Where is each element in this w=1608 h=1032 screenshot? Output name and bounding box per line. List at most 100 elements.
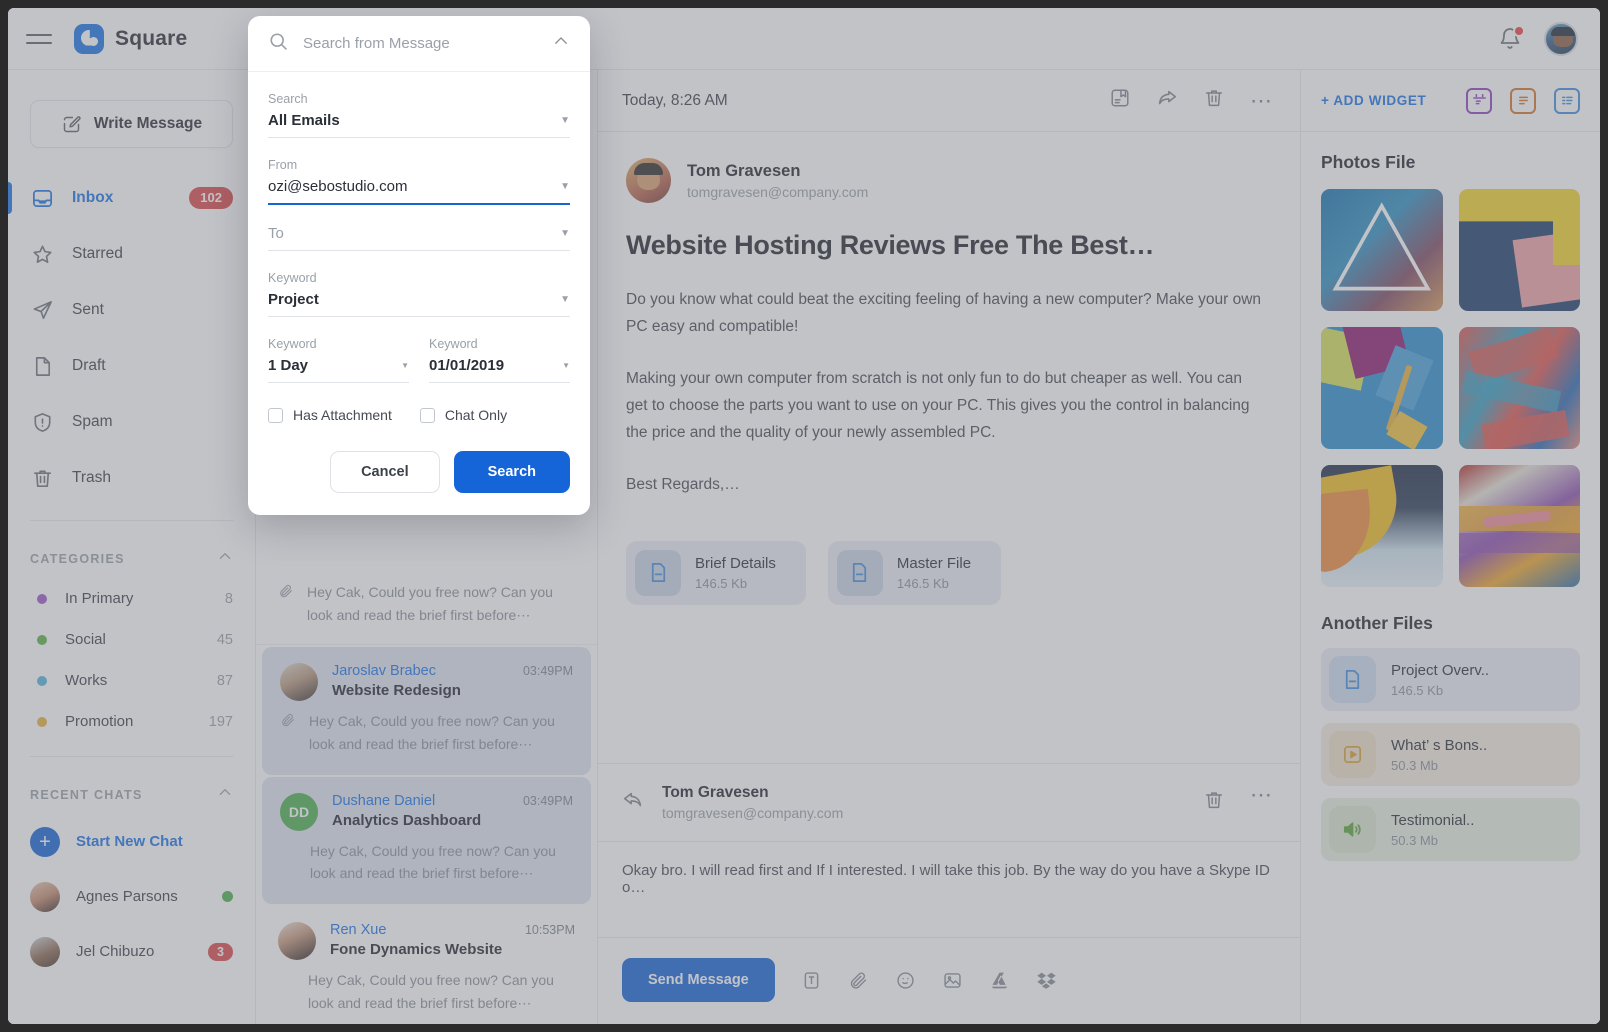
list-item[interactable]: DD Dushane Daniel 03:49PM Analytics Dash… [262, 776, 591, 905]
photo-thumbnail[interactable] [1321, 189, 1443, 311]
dropbox-icon[interactable] [1036, 970, 1057, 991]
message-toolbar: Today, 8:26 AM ⋯ [598, 70, 1300, 132]
sidebar-item-draft[interactable]: Draft [8, 338, 255, 394]
to-input[interactable]: To ▼ [268, 225, 570, 251]
category-works[interactable]: Works 87 [8, 660, 255, 701]
mail-preview-row: Hey Cak, Could you free now? Can you loo… [278, 581, 575, 626]
message-paragraph-2: Making your own computer from scratch is… [626, 370, 1250, 441]
photo-thumbnail[interactable] [1458, 327, 1580, 449]
more-icon[interactable]: ⋯ [1250, 89, 1274, 111]
mail-preview-row: Hey Cak, Could you free now? Can you loo… [280, 840, 573, 885]
sidebar-item-label: Inbox [72, 189, 114, 206]
brand-name: Square [115, 26, 188, 50]
avatar [278, 922, 316, 961]
chat-only-checkbox[interactable]: Chat Only [419, 407, 507, 423]
send-message-button[interactable]: Send Message [622, 958, 775, 1002]
category-in-primary[interactable]: In Primary 8 [8, 578, 255, 619]
chevron-down-icon: ▼ [560, 181, 570, 192]
photo-thumbnail[interactable] [1458, 189, 1580, 311]
more-icon[interactable]: ⋯ [1250, 784, 1274, 816]
sidebar-item-starred[interactable]: Starred [8, 226, 255, 282]
sidebar-divider-2 [30, 756, 233, 757]
file-audio-icon [1329, 806, 1376, 853]
sidebar-divider [30, 520, 233, 521]
calendar-widget-icon[interactable] [1466, 87, 1492, 114]
keyword-select[interactable]: Project ▼ [268, 291, 570, 317]
attachment-size: 146.5 Kb [695, 575, 748, 591]
sidebar-item-spam[interactable]: Spam [8, 394, 255, 450]
hamburger-icon[interactable] [26, 28, 52, 50]
sidebar-item-sent[interactable]: Sent [8, 282, 255, 338]
file-name: Testimonial.. [1391, 811, 1475, 829]
sidebar-item-inbox[interactable]: Inbox 102 [8, 170, 255, 226]
user-avatar[interactable] [1544, 21, 1578, 56]
categories-header-label: CATEGORIES [30, 551, 125, 566]
chat-item-jel-chibuzo[interactable]: Jel Chibuzo 3 [8, 924, 255, 979]
search-button[interactable]: Search [453, 451, 570, 493]
chat-item-agnes-parsons[interactable]: Agnes Parsons [8, 869, 255, 924]
cancel-button[interactable]: Cancel [330, 451, 440, 493]
sidebar-item-label: Draft [72, 357, 106, 374]
trash-icon[interactable] [1203, 87, 1225, 114]
file-item[interactable]: Project Overv.. 146.5 Kb [1321, 648, 1580, 711]
avatar [30, 936, 60, 967]
search-input[interactable] [303, 35, 538, 52]
mail-subject: Fone Dynamics Website [330, 941, 503, 959]
date-select[interactable]: 01/01/2019 ▼ [429, 357, 570, 383]
category-social[interactable]: Social 45 [8, 619, 255, 660]
add-widget-button[interactable]: + ADD WIDGET [1321, 93, 1426, 108]
category-count: 8 [224, 590, 233, 607]
list-item[interactable]: Jaroslav Brabec 03:49PM Website Redesign… [262, 647, 591, 775]
file-doc-icon [635, 549, 681, 596]
google-drive-icon[interactable] [989, 970, 1010, 991]
photo-thumbnail[interactable] [1321, 327, 1443, 449]
start-new-chat-button[interactable]: + Start New Chat [8, 814, 255, 869]
recent-chats-header[interactable]: RECENT CHATS [8, 771, 255, 814]
file-name: Project Overv.. [1391, 661, 1490, 679]
filter-checkboxes: Has Attachment Chat Only [268, 407, 570, 423]
write-message-button[interactable]: Write Message [30, 100, 233, 148]
category-label: Social [65, 631, 106, 648]
notification-bell-icon[interactable] [1498, 24, 1525, 51]
field-from: From ozi@sebostudio.com ▼ [268, 158, 570, 205]
right-panel: + ADD WIDGET Photos File Another Files P… [1300, 70, 1600, 1024]
photo-thumbnail[interactable] [1321, 465, 1443, 587]
attachment-clip-icon[interactable] [848, 970, 869, 991]
notes-widget-icon[interactable] [1510, 87, 1536, 114]
field-keyword-duration: Keyword 1 Day ▼ [268, 337, 409, 383]
from-input[interactable]: ozi@sebostudio.com ▼ [268, 178, 570, 205]
emoji-icon[interactable] [895, 970, 916, 991]
brand: Square [74, 23, 188, 54]
tasks-widget-icon[interactable] [1554, 87, 1580, 114]
list-item[interactable]: Ren Xue 10:53PM Fone Dynamics Website He… [256, 906, 597, 1024]
chevron-up-icon[interactable] [552, 32, 570, 55]
reply-sender-name: Tom Gravesen [662, 784, 769, 801]
trash-icon[interactable] [1203, 789, 1225, 816]
image-icon[interactable] [942, 970, 963, 991]
categories-header[interactable]: CATEGORIES [8, 535, 255, 578]
attachment-item[interactable]: Brief Details 146.5 Kb [626, 540, 806, 605]
has-attachment-checkbox[interactable]: Has Attachment [268, 407, 392, 423]
reply-text[interactable]: Okay bro. I will read first and If I int… [598, 841, 1300, 937]
attachment-item[interactable]: Master File 146.5 Kb [827, 540, 1002, 605]
forward-icon[interactable] [1156, 87, 1178, 114]
duration-select[interactable]: 1 Day ▼ [268, 357, 409, 383]
mail-preview-text: Hey Cak, Could you free now? Can you loo… [309, 713, 555, 753]
chat-name: Agnes Parsons [76, 888, 178, 905]
field-label: Search [268, 92, 308, 106]
photo-thumbnail[interactable] [1458, 465, 1580, 587]
file-item[interactable]: Testimonial.. 50.3 Mb [1321, 798, 1580, 861]
search-scope-select[interactable]: All Emails ▼ [268, 112, 570, 138]
file-item[interactable]: What’ s Bons.. 50.3 Mb [1321, 723, 1580, 786]
text-format-icon[interactable] [801, 970, 822, 991]
reply-icon[interactable] [622, 789, 644, 816]
message-view: Today, 8:26 AM ⋯ Tom Gravesen tomgravese… [598, 70, 1300, 1024]
category-promotion[interactable]: Promotion 197 [8, 701, 255, 742]
file-size: 146.5 Kb [1391, 682, 1444, 698]
star-icon [30, 242, 54, 266]
sidebar-item-trash[interactable]: Trash [8, 450, 255, 506]
field-label: Keyword [429, 337, 478, 351]
archive-icon[interactable] [1109, 87, 1131, 114]
field-label: From [268, 158, 298, 172]
sidebar-item-label: Starred [72, 245, 123, 262]
